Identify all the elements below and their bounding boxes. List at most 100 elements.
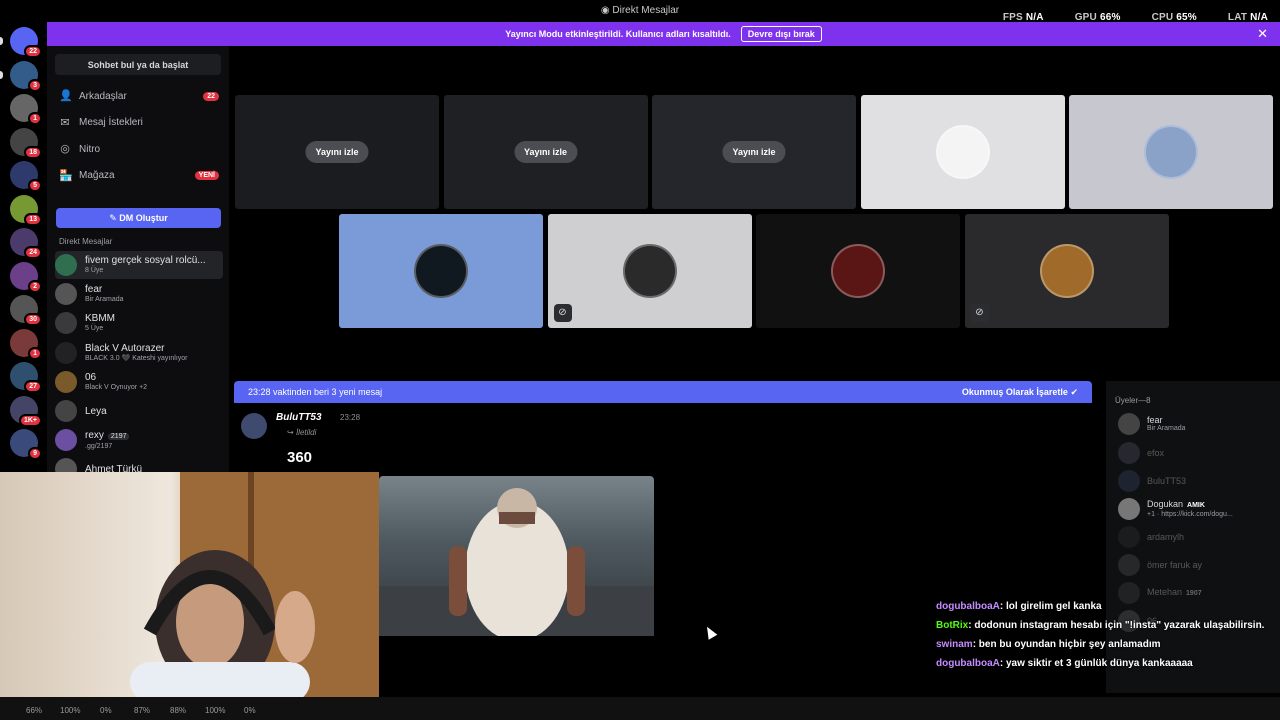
member-item[interactable]: ardamylh [1118, 526, 1278, 548]
server-badge: 1 [28, 112, 42, 125]
dm-name-text: Black V Autorazer [85, 342, 165, 354]
member-name: fear [1147, 415, 1186, 425]
member-name-text: ömer faruk ay [1147, 560, 1203, 570]
stream-chat-user: BotRix [936, 620, 969, 631]
member-name: BuluTT53 [1147, 476, 1186, 486]
nav-item-3[interactable]: 🏪 Mağaza YENİ [59, 166, 219, 186]
stage-tile[interactable] [1069, 95, 1273, 209]
member-name: Dogukan AMIK [1147, 499, 1233, 511]
server-icon[interactable]: 13 [10, 194, 42, 226]
close-banner-icon[interactable]: ✕ [1257, 26, 1268, 42]
dm-item[interactable]: fivem gerçek sosyal rolcü... 8 Üye [55, 251, 223, 279]
message-avatar[interactable] [241, 413, 267, 439]
server-badge: 3 [28, 78, 42, 92]
stat-value: 66% [26, 706, 43, 715]
server-icon[interactable]: 3 [10, 60, 42, 92]
server-badge: 1K+ [18, 413, 42, 427]
member-text: ömer faruk ay [1147, 560, 1202, 570]
member-name-text: efox [1147, 448, 1165, 458]
stream-chat-line: dogubalboaA: yaw siktir et 3 günlük düny… [936, 657, 1266, 670]
member-item[interactable]: ömer faruk ay [1118, 554, 1278, 576]
dm-item[interactable]: 06 Black V Oynuyor +2 [55, 368, 223, 396]
server-icon[interactable]: 1K+ [10, 395, 42, 427]
member-name-text: ardamylh [1147, 532, 1185, 542]
dm-status: Black V Oynuyor +2 [85, 383, 148, 391]
dm-avatar [55, 283, 77, 306]
stream-muted-icon: ⊘ [970, 304, 989, 322]
server-unread-pill [0, 37, 3, 45]
server-icon[interactable]: 2 [10, 261, 42, 293]
watch-stream-button[interactable]: Yayını izle [722, 141, 786, 163]
server-icon[interactable]: 9 [10, 429, 42, 460]
stage-tile[interactable]: Yayını izle [235, 95, 439, 209]
message-content: 360 [287, 449, 313, 466]
dm-text: fear Bir Aramada [85, 284, 124, 304]
server-icon[interactable]: 1 [10, 94, 42, 125]
stage-tile[interactable]: ⊘ [964, 214, 1169, 328]
dm-section-label: Direkt Mesajlar [59, 237, 113, 246]
server-icon[interactable]: 1 [10, 328, 42, 360]
dm-item[interactable]: KBMM 5 Üye [55, 309, 223, 337]
dm-name-text: Leya [85, 405, 107, 417]
dm-name-text: KBMM [85, 313, 115, 325]
server-icon[interactable]: 24 [10, 228, 42, 259]
nav-item-label: Mesaj İstekleri [79, 117, 143, 128]
dm-status: 5 Üye [85, 325, 104, 333]
participant-avatar [1144, 125, 1198, 179]
stage-tile[interactable]: Yayını izle [652, 95, 856, 209]
stream-chat-user: swinam [936, 639, 973, 650]
stage-tile[interactable]: ⊘ [547, 214, 752, 328]
member-item[interactable]: fear Bir Aramada [1118, 413, 1278, 435]
stage-tile[interactable] [860, 95, 1065, 209]
server-badge: 27 [24, 380, 42, 393]
dm-item[interactable]: Black V Autorazer BLACK 3.0 🖤 Kateshi yay… [55, 339, 223, 367]
stage-tile[interactable] [339, 214, 543, 328]
message-image[interactable] [379, 476, 654, 641]
stage-tile[interactable]: Yayını izle [443, 95, 648, 209]
member-text: ardamylh [1147, 532, 1184, 542]
dm-item[interactable]: Leya [55, 397, 223, 425]
dm-name-text: fivem gerçek sosyal rolcü... [85, 255, 206, 266]
server-badge: 13 [24, 212, 42, 226]
dm-search-button[interactable]: Sohbet bul ya da başlat [55, 54, 221, 75]
member-name: ömer faruk ay [1147, 560, 1202, 570]
nav-item-2[interactable]: ◎ Nitro [59, 139, 219, 159]
nav-item-1[interactable]: ✉ Mesaj İstekleri [59, 113, 219, 133]
nav-item-count: 22 [203, 91, 219, 101]
participant-avatar [622, 244, 677, 298]
disable-streamer-mode-button[interactable]: Devre dışı bırak [740, 26, 822, 42]
server-icon[interactable]: 18 [10, 127, 42, 159]
member-item[interactable]: Dogukan AMIK +1 · https://kick.com/dogu... [1118, 498, 1278, 520]
message-author[interactable]: BuluTT53 [276, 412, 322, 423]
server-icon[interactable]: 27 [10, 362, 42, 393]
member-name-text: Dogukan [1147, 499, 1184, 509]
participant-avatar [414, 244, 468, 298]
dm-avatar [55, 341, 77, 364]
new-messages-bar[interactable]: 23:28 vaktinden beri 3 yeni mesaj Okunmu… [234, 381, 1092, 403]
create-dm-button[interactable]: ✎ DM Oluştur [56, 208, 221, 228]
member-item[interactable]: BuluTT53 [1118, 470, 1278, 492]
server-icon[interactable]: 30 [10, 295, 42, 326]
dm-name: KBMM [85, 313, 115, 324]
watch-stream-button[interactable]: Yayını izle [513, 141, 578, 163]
dm-item[interactable]: fear Bir Aramada [55, 280, 223, 308]
server-icon[interactable]: 22 [10, 27, 42, 58]
server-badge: 9 [28, 447, 42, 460]
stat-value: 0% [100, 706, 112, 715]
participant-avatar [935, 125, 990, 179]
server-icon[interactable]: 5 [10, 161, 42, 192]
member-text: Dogukan AMIK +1 · https://kick.com/dogu... [1147, 499, 1233, 519]
dm-item[interactable]: rexy 2197 .gg/2197 [55, 426, 223, 454]
dm-text: KBMM 5 Üye [85, 313, 115, 333]
watch-stream-button[interactable]: Yayını izle [305, 141, 369, 163]
stage-tile[interactable] [756, 214, 960, 328]
member-item[interactable]: efox [1118, 442, 1278, 464]
dm-status: .gg/2197 [85, 442, 113, 450]
nitro-icon: ◎ [60, 143, 70, 155]
mark-read-button[interactable]: Okunmuş Olarak İşaretle ✔ [962, 387, 1078, 398]
member-name-text: Metehan [1147, 587, 1183, 597]
nav-item-0[interactable]: 👤 Arkadaşlar 22 [59, 86, 219, 106]
participant-avatar [831, 244, 885, 298]
nav-item-label: Nitro [79, 143, 101, 155]
dm-name-text: 06 [85, 371, 97, 383]
